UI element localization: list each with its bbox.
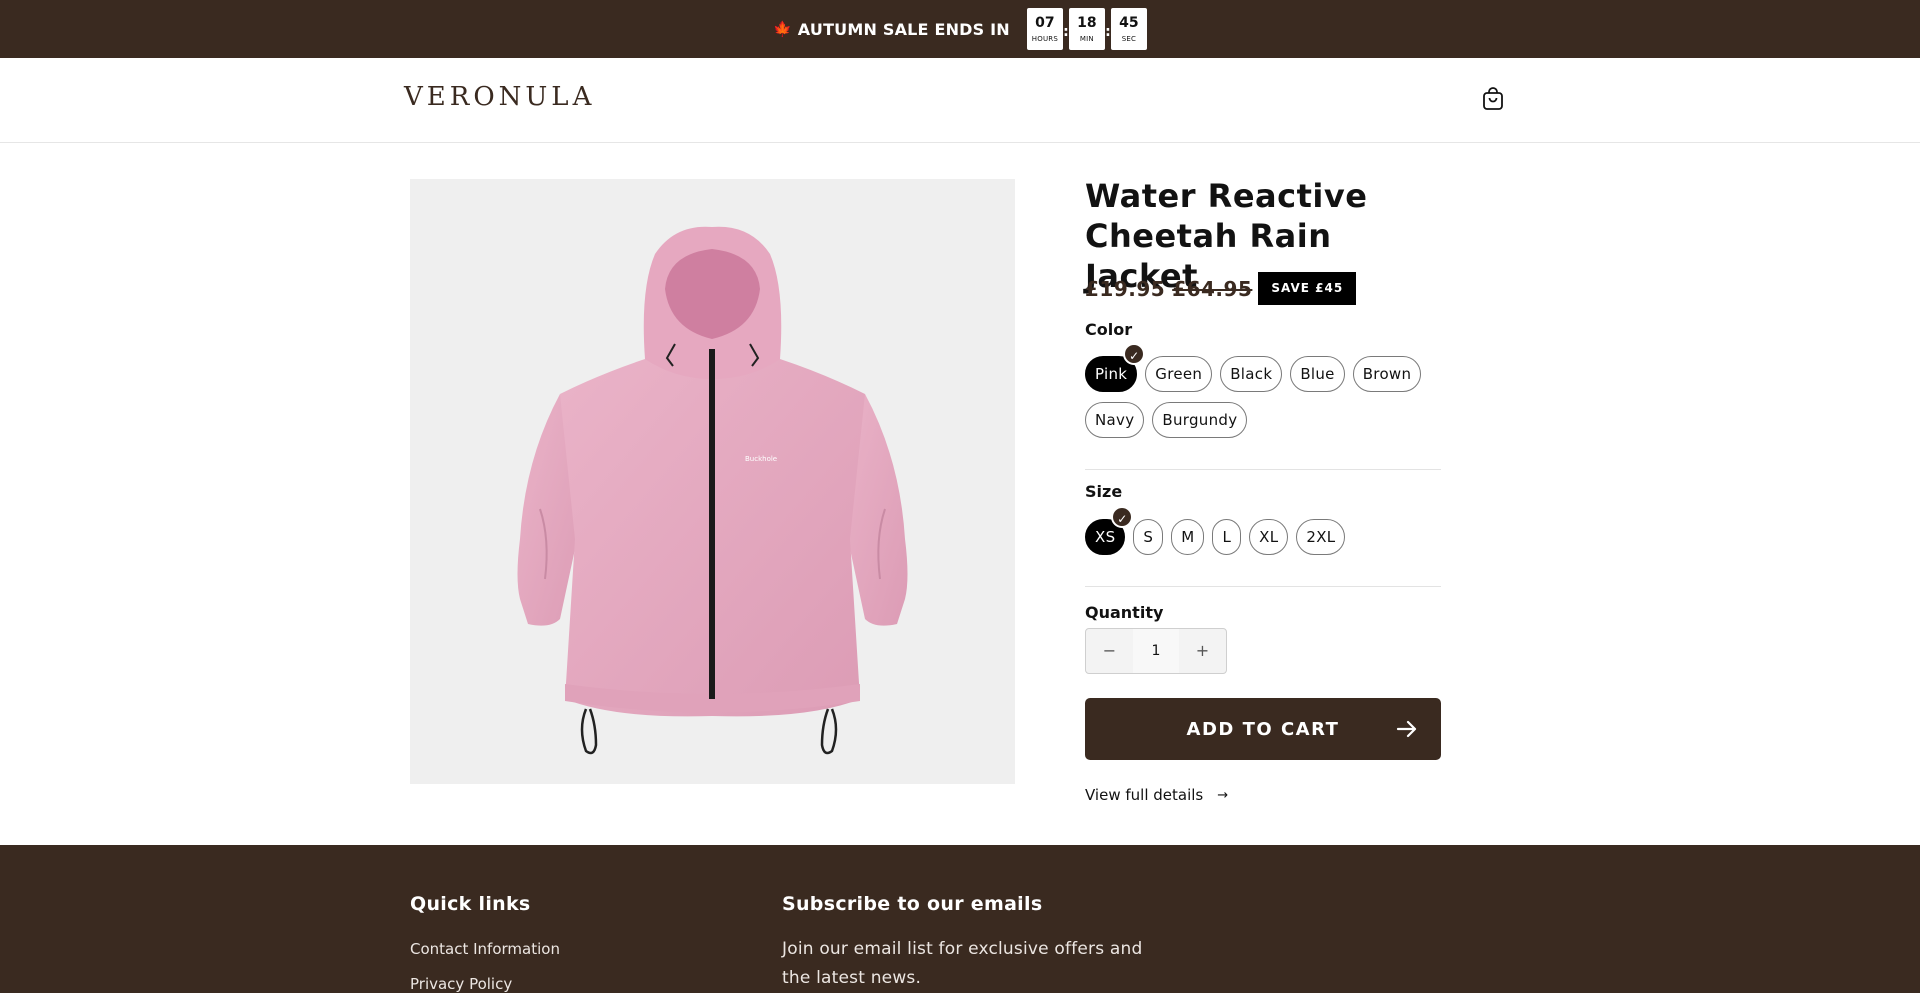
view-full-details-label: View full details	[1085, 786, 1204, 804]
cart-button[interactable]	[1478, 84, 1508, 114]
timer-hours-value: 07	[1035, 14, 1055, 31]
add-to-cart-button[interactable]: ADD TO CART	[1085, 698, 1441, 760]
save-badge: SAVE £45	[1258, 272, 1357, 305]
checkmark-icon: ✓	[1123, 343, 1146, 365]
size-option-label: M	[1181, 528, 1195, 546]
subscribe-heading: Subscribe to our emails	[782, 893, 1043, 915]
sale-price: £19.95	[1085, 276, 1166, 301]
view-full-details-link[interactable]: View full details →	[1085, 786, 1228, 804]
product-image[interactable]: Buckhole	[410, 179, 1015, 784]
color-option-burgundy[interactable]: Burgundy	[1152, 402, 1248, 438]
size-option-2xl[interactable]: 2XL	[1296, 519, 1346, 555]
timer-minutes: 18 MIN	[1068, 8, 1105, 50]
arrow-right-icon: →	[1217, 787, 1229, 803]
site-footer: Quick links Contact Information Privacy …	[0, 845, 1920, 993]
size-option-l[interactable]: L	[1212, 519, 1242, 555]
size-option-m[interactable]: M	[1171, 519, 1205, 555]
product-info: Water Reactive Cheetah Rain Jacket £19.9…	[1085, 176, 1441, 804]
color-option-black[interactable]: Black	[1220, 356, 1283, 392]
size-options: XS ✓ S M L XL 2XL	[1085, 506, 1346, 555]
footer-link-contact[interactable]: Contact Information	[410, 940, 560, 958]
size-option-label: L	[1222, 528, 1232, 546]
announcement-bar: 🍁 AUTUMN SALE ENDS IN 07 HOURS : 18 MIN …	[0, 0, 1920, 58]
add-to-cart-label: ADD TO CART	[1186, 718, 1340, 740]
shopping-bag-icon	[1483, 87, 1503, 110]
size-option-xs[interactable]: XS ✓	[1085, 506, 1134, 555]
jacket-chest-text: Buckhole	[745, 455, 777, 463]
color-option-navy[interactable]: Navy	[1085, 402, 1145, 438]
size-option-label: XL	[1259, 528, 1279, 546]
timer-seconds: 45 SEC	[1110, 8, 1147, 50]
decrease-quantity-button[interactable]: −	[1086, 629, 1133, 673]
countdown-timer: 07 HOURS : 18 MIN : 45 SEC	[1026, 8, 1147, 50]
subscribe-text: Join our email list for exclusive offers…	[782, 939, 1143, 988]
timer-seconds-value: 45	[1119, 14, 1139, 31]
footer-link-privacy[interactable]: Privacy Policy	[410, 975, 512, 993]
quantity-label: Quantity	[1085, 603, 1164, 622]
color-options: Pink ✓ Green Black Blue Brown Navy Burgu…	[1085, 343, 1441, 438]
arrow-right-icon	[1396, 720, 1417, 738]
color-option-brown[interactable]: Brown	[1352, 356, 1422, 392]
quantity-stepper: − 1 +	[1085, 628, 1227, 674]
color-option-label: Burgundy	[1162, 411, 1238, 429]
timer-minutes-value: 18	[1077, 14, 1097, 31]
quick-links-heading: Quick links	[410, 893, 531, 915]
color-option-label: Navy	[1095, 411, 1135, 429]
color-option-label: Black	[1230, 365, 1273, 383]
divider	[1085, 469, 1441, 470]
color-option-label: Pink	[1095, 365, 1128, 383]
price-row: £19.95 £64.95 SAVE £45	[1085, 272, 1357, 305]
size-option-label: 2XL	[1306, 528, 1336, 546]
color-option-label: Green	[1155, 365, 1203, 383]
timer-hours-unit: HOURS	[1031, 34, 1059, 43]
color-label: Color	[1085, 320, 1133, 339]
color-option-blue[interactable]: Blue	[1290, 356, 1345, 392]
color-option-green[interactable]: Green	[1145, 356, 1213, 392]
checkmark-icon: ✓	[1111, 506, 1134, 528]
sale-text: AUTUMN SALE ENDS IN	[797, 19, 1010, 39]
color-option-label: Brown	[1362, 365, 1412, 383]
site-header: VERONULA	[0, 58, 1920, 143]
compare-price: £64.95	[1172, 276, 1253, 301]
size-option-label: S	[1143, 528, 1154, 546]
timer-minutes-unit: MIN	[1079, 34, 1094, 43]
divider	[1085, 586, 1441, 587]
size-option-xl[interactable]: XL	[1249, 519, 1289, 555]
timer-hours: 07 HOURS	[1026, 8, 1063, 50]
quantity-input[interactable]: 1	[1133, 629, 1179, 673]
store-logo[interactable]: VERONULA	[404, 82, 595, 112]
size-option-label: XS	[1095, 528, 1116, 546]
maple-leaf-icon: 🍁	[773, 20, 792, 38]
size-option-s[interactable]: S	[1133, 519, 1164, 555]
size-label: Size	[1085, 482, 1123, 501]
pink-rain-jacket-image: Buckhole	[517, 226, 908, 755]
increase-quantity-button[interactable]: +	[1179, 629, 1226, 673]
timer-seconds-unit: SEC	[1121, 34, 1137, 43]
color-option-label: Blue	[1300, 365, 1335, 383]
color-option-pink[interactable]: Pink ✓	[1085, 343, 1146, 392]
